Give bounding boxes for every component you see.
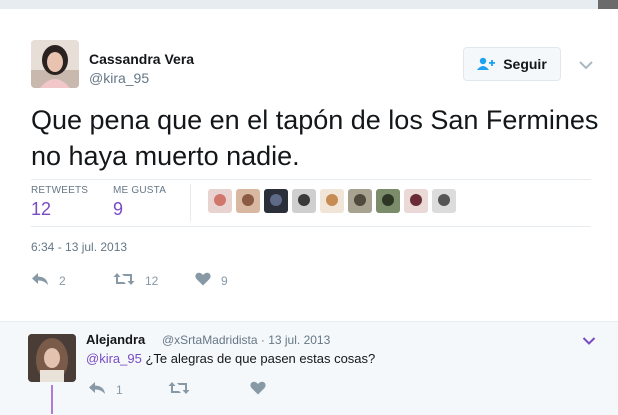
- reply-button[interactable]: 2: [31, 272, 66, 289]
- tweet-timestamp[interactable]: 6:34 - 13 jul. 2013: [31, 240, 127, 254]
- liker-avatar[interactable]: [236, 189, 260, 213]
- liker-avatar[interactable]: [208, 189, 232, 213]
- chevron-down-icon[interactable]: [578, 58, 594, 70]
- reply-reply-count: 1: [116, 382, 123, 397]
- liker-avatar[interactable]: [376, 189, 400, 213]
- reply-author-name[interactable]: Alejandra: [86, 332, 145, 347]
- reply-arrow-icon: [31, 272, 49, 289]
- liker-avatar[interactable]: [432, 189, 456, 213]
- reply-count: 2: [59, 273, 66, 288]
- like-button[interactable]: 9: [195, 272, 228, 289]
- reply-reply-button[interactable]: 1: [88, 381, 123, 398]
- reply-author-avatar[interactable]: [28, 334, 76, 382]
- reply-retweet-button[interactable]: [168, 381, 190, 398]
- author-handle[interactable]: @kira_95: [89, 70, 149, 86]
- author-name[interactable]: Cassandra Vera: [89, 51, 194, 67]
- chevron-down-icon[interactable]: [582, 333, 596, 345]
- liker-avatar[interactable]: [348, 189, 372, 213]
- liker-avatar[interactable]: [320, 189, 344, 213]
- follow-button[interactable]: Seguir: [463, 47, 561, 81]
- retweet-icon: [168, 381, 190, 398]
- follow-button-label: Seguir: [503, 56, 547, 72]
- reply-arrow-icon: [88, 381, 106, 398]
- stats-separator: [190, 184, 191, 222]
- retweets-label[interactable]: RETWEETS: [31, 185, 88, 196]
- reply-meta[interactable]: @xSrtaMadridista · 13 jul. 2013: [162, 333, 330, 347]
- reply-like-button[interactable]: [250, 381, 266, 398]
- retweets-count[interactable]: 12: [31, 199, 51, 220]
- heart-icon: [250, 381, 266, 398]
- reply-mention[interactable]: @kira_95: [86, 351, 142, 366]
- top-strip: [0, 0, 618, 9]
- retweet-icon: [113, 272, 135, 289]
- author-avatar[interactable]: [31, 40, 79, 88]
- liker-avatar[interactable]: [264, 189, 288, 213]
- like-count: 9: [221, 273, 228, 288]
- likes-label[interactable]: ME GUSTA: [113, 185, 166, 196]
- retweet-count: 12: [145, 273, 159, 288]
- liker-avatars: [208, 189, 456, 213]
- likes-count[interactable]: 9: [113, 199, 123, 220]
- liker-avatar[interactable]: [292, 189, 316, 213]
- thread-line: [51, 385, 53, 414]
- stats-divider-top: [31, 179, 591, 180]
- follow-person-plus-icon: [477, 57, 496, 71]
- reply-text: @kira_95 ¿Te alegras de que pasen estas …: [86, 351, 375, 366]
- stats-divider-bottom: [31, 226, 591, 227]
- retweet-button[interactable]: 12: [113, 272, 158, 289]
- reply-body: ¿Te alegras de que pasen estas cosas?: [141, 351, 376, 366]
- top-strip-edge: [598, 0, 618, 9]
- tweet-text: Que pena que en el tapón de los San Ferm…: [31, 105, 599, 171]
- heart-icon: [195, 272, 211, 289]
- liker-avatar[interactable]: [404, 189, 428, 213]
